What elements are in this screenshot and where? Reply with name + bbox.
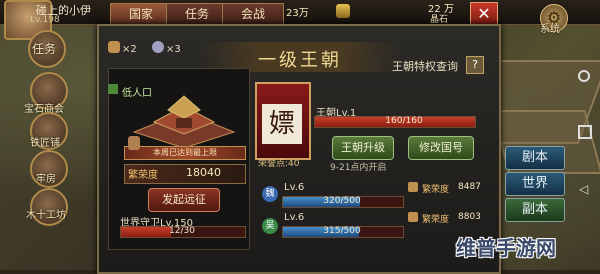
expedition-button[interactable]: 发起远征 [148, 188, 220, 212]
nav-circle-icon[interactable] [578, 70, 590, 82]
prosperity-icon [408, 212, 418, 222]
scroll-icon [152, 41, 164, 53]
watermark: 维普手游网 [456, 236, 556, 260]
settings-label: 系统 [540, 24, 560, 35]
dungeon-button[interactable]: 副本 [505, 198, 565, 222]
prosperity-value: 18040 [186, 166, 221, 179]
upgrade-button[interactable]: 王朝升级 [332, 136, 394, 160]
prosperity-label: 繁荣度 [128, 170, 158, 181]
kingdom-badge: 吴 [262, 218, 278, 234]
prosperity-icon [408, 182, 418, 192]
rename-button[interactable]: 修改国号 [408, 136, 474, 160]
kingdom-badge: 魏 [262, 186, 278, 202]
city-caption: 本周已达到最上限 [124, 146, 246, 160]
row-honor-value: 8803 [458, 212, 481, 222]
gold-icon [336, 4, 350, 18]
row-honor-label: 繁荣度 [422, 185, 450, 195]
privilege-query-link[interactable]: 王朝特权查询 [392, 58, 458, 74]
row-progress: 320/500 [323, 196, 361, 206]
rank-char: 嫖 [262, 104, 302, 144]
open-time: 9-21点内开启 [330, 163, 387, 173]
player-level: Lv.198 [30, 15, 60, 25]
resource-value: 23万 [286, 8, 309, 19]
rank-sub: 荣誉点:40 [258, 159, 300, 169]
help-icon[interactable]: ? [466, 56, 484, 74]
world-guard-progress: 12/30 [169, 226, 195, 236]
sidebar-item-prison: 牢房 [36, 174, 56, 185]
tab-country[interactable]: 国家 [110, 3, 172, 25]
palace-image [132, 95, 236, 148]
row-honor-label: 繁荣度 [422, 215, 450, 225]
sidebar-item-workshop: 木十工坊 [26, 210, 66, 221]
row-progress: 315/500 [323, 226, 361, 236]
nav-square-icon[interactable] [578, 125, 592, 139]
token-icon [108, 41, 120, 53]
close-icon: ✕ [477, 4, 491, 23]
row-level: Lv.6 [284, 212, 305, 223]
scroll-count: ×3 [166, 44, 181, 55]
world-button[interactable]: 世界 [505, 172, 565, 196]
sidebar-item-quest: 任务 [32, 42, 57, 56]
row-honor-value: 8487 [458, 182, 481, 192]
script-button[interactable]: 剧本 [505, 146, 565, 170]
dynasty-progress: 160/160 [385, 116, 423, 126]
nav-back-icon[interactable]: ◁ [579, 182, 588, 196]
population-flag-icon [108, 84, 118, 94]
sidebar-item-blacksmith: 铁匠铺 [30, 138, 60, 149]
tab-quest[interactable]: 任务 [166, 3, 228, 25]
close-button[interactable]: ✕ [470, 2, 498, 26]
panel-title: 一级王朝 [258, 50, 342, 71]
token-count: ×2 [122, 44, 137, 55]
bag-icon [128, 136, 140, 150]
row-level: Lv.6 [284, 182, 305, 193]
tab-battle[interactable]: 会战 [222, 3, 284, 25]
